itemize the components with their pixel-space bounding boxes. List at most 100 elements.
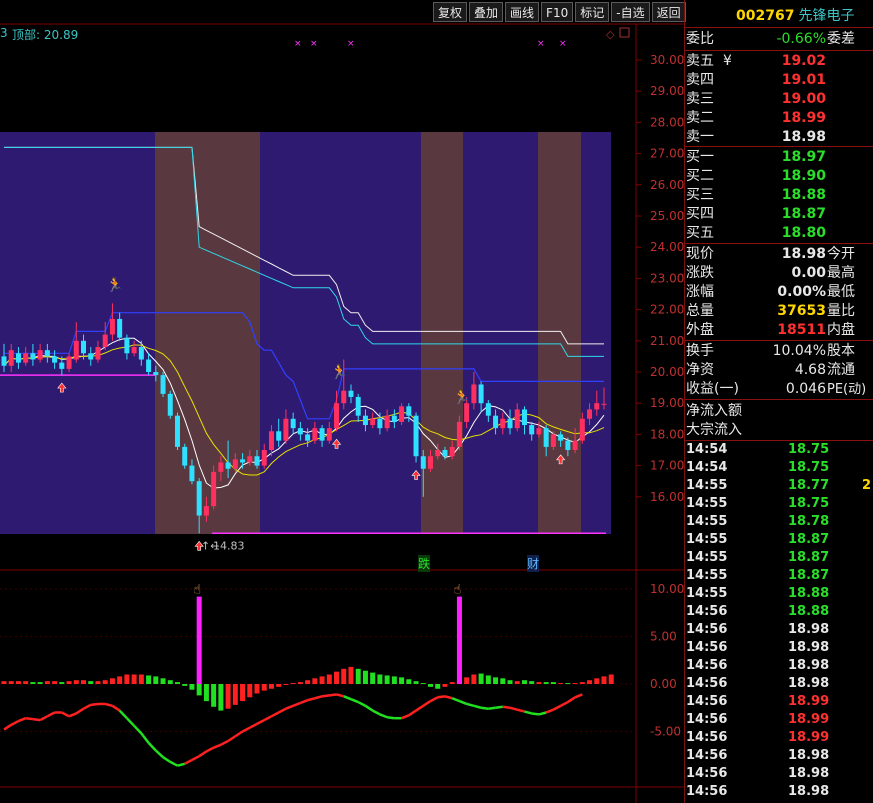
- regime-band: [0, 132, 155, 534]
- indicator-bar: [587, 680, 593, 684]
- indicator-line: [415, 704, 424, 712]
- sell-row-1[interactable]: 卖一 18.98: [686, 128, 826, 147]
- indicator-bar: [464, 677, 470, 684]
- quote-label: 涨跌: [686, 265, 714, 281]
- weidiff-label: 委差: [827, 31, 855, 47]
- indicator-bar: [319, 676, 325, 684]
- candle-body: [572, 440, 578, 450]
- indicator-line: [241, 726, 251, 733]
- indicator-bar: [81, 680, 87, 684]
- indicator-bar: [167, 680, 173, 684]
- stock-name: 先锋电子: [798, 8, 855, 24]
- indicator-bar: [153, 676, 159, 684]
- candle-body: [131, 347, 137, 354]
- sell-row-4[interactable]: 卖四 19.01: [686, 71, 826, 90]
- tick-time: 14:56: [686, 748, 728, 763]
- indicator-line: [488, 706, 496, 710]
- indicator-line: [133, 724, 143, 735]
- tick-row: 14:54 18.75: [686, 441, 872, 459]
- overlay-button[interactable]: 叠加: [469, 2, 504, 22]
- indicator-bar: [406, 679, 412, 684]
- candle-body: [66, 356, 72, 369]
- buy-price: 18.90: [781, 168, 826, 184]
- finance-side-label: PE(动): [827, 382, 867, 397]
- candle-body: [225, 462, 231, 469]
- indicator-line: [437, 695, 446, 699]
- event-badge-die[interactable]: 跌: [418, 555, 431, 572]
- regime-band: [463, 132, 538, 534]
- price-chart[interactable]: 30.0029.0028.0027.0026.0025.0024.0023.00…: [0, 0, 684, 803]
- buy-row-2[interactable]: 买二 18.90: [686, 167, 826, 186]
- f10-button[interactable]: F10: [541, 2, 574, 22]
- tick-time: 14:56: [686, 658, 728, 673]
- indicator-bar: [572, 683, 578, 685]
- buy-row-5[interactable]: 买五 18.80: [686, 224, 826, 243]
- tick-price: 18.98: [788, 766, 830, 781]
- buy-row-3[interactable]: 买三 18.88: [686, 186, 826, 205]
- sell-price: 19.00: [781, 91, 826, 107]
- indicator-line: [90, 702, 99, 707]
- watchlist-button[interactable]: -自选: [611, 2, 650, 22]
- sell-row-2[interactable]: 卖二 18.99: [686, 109, 826, 128]
- indicator-bar: [579, 682, 585, 684]
- tick-time: 14:55: [686, 478, 728, 493]
- indicator-line: [299, 698, 309, 705]
- sell-row-5[interactable]: 卖五 ¥ 19.02: [686, 52, 826, 71]
- candle-body: [493, 415, 499, 429]
- panel-divider: [684, 50, 873, 51]
- quote-value: 0.00%: [777, 284, 826, 300]
- finance-label: 收益(一): [686, 381, 739, 397]
- indicator-line: [502, 705, 511, 709]
- indicator-bar: [218, 684, 224, 711]
- tick-row: 14:56 18.98: [686, 765, 872, 783]
- candle-body: [558, 434, 564, 441]
- back-button[interactable]: 返回: [651, 2, 686, 22]
- tick-price: 18.75: [788, 442, 830, 457]
- candle-body: [218, 462, 224, 472]
- indicator-bar: [536, 682, 542, 684]
- indicator-line: [213, 743, 222, 749]
- candle-body: [550, 434, 556, 447]
- tick-row: 14:56 18.99: [686, 693, 872, 711]
- buy-row-4[interactable]: 买四 18.87: [686, 205, 826, 224]
- regime-band: [260, 132, 421, 534]
- regime-band: [421, 132, 463, 534]
- indicator-bar: [594, 678, 600, 684]
- tick-price: 18.78: [788, 514, 830, 529]
- indicator-bar: [160, 678, 166, 684]
- fuquan-button[interactable]: 复权: [433, 2, 468, 22]
- indicator-line: [32, 717, 41, 722]
- runner-icon: 🏃: [453, 389, 470, 406]
- buy-row-1[interactable]: 买一 18.97: [686, 148, 826, 167]
- candle-body: [326, 428, 332, 441]
- tick-price: 18.88: [788, 604, 830, 619]
- price-axis-label: 22.00: [650, 303, 684, 317]
- tick-time: 14:56: [686, 640, 728, 655]
- tick-volume: 2: [862, 478, 872, 493]
- tick-time: 14:54: [686, 442, 728, 457]
- indicator-line: [104, 702, 113, 708]
- tick-price: 18.99: [788, 694, 830, 709]
- panel-divider: [684, 27, 873, 28]
- indicator-line: [39, 715, 48, 722]
- candle-body: [109, 318, 115, 335]
- panel-divider: [684, 243, 873, 244]
- tick-row: 14:55 18.78: [686, 513, 872, 531]
- draw-line-button[interactable]: 画线: [505, 2, 540, 22]
- indicator-line: [364, 704, 374, 712]
- tick-price: 18.98: [788, 622, 830, 637]
- quote-label: 外盘: [686, 322, 714, 338]
- indicator-line: [429, 696, 439, 703]
- event-badge-cai[interactable]: 财: [527, 555, 540, 572]
- candle-body: [1, 356, 7, 366]
- indicator-line: [17, 717, 27, 723]
- sell-row-3[interactable]: 卖三 19.00: [686, 90, 826, 109]
- mark-button[interactable]: 标记: [575, 2, 610, 22]
- candle-body: [247, 456, 253, 463]
- indicator-line: [545, 708, 554, 714]
- candle-body: [182, 446, 188, 466]
- runner-icon: 🏃: [106, 276, 123, 293]
- tick-row: 14:55 18.88: [686, 585, 872, 603]
- indicator-bar: [109, 678, 115, 684]
- x-marker-icon: ×: [537, 39, 545, 49]
